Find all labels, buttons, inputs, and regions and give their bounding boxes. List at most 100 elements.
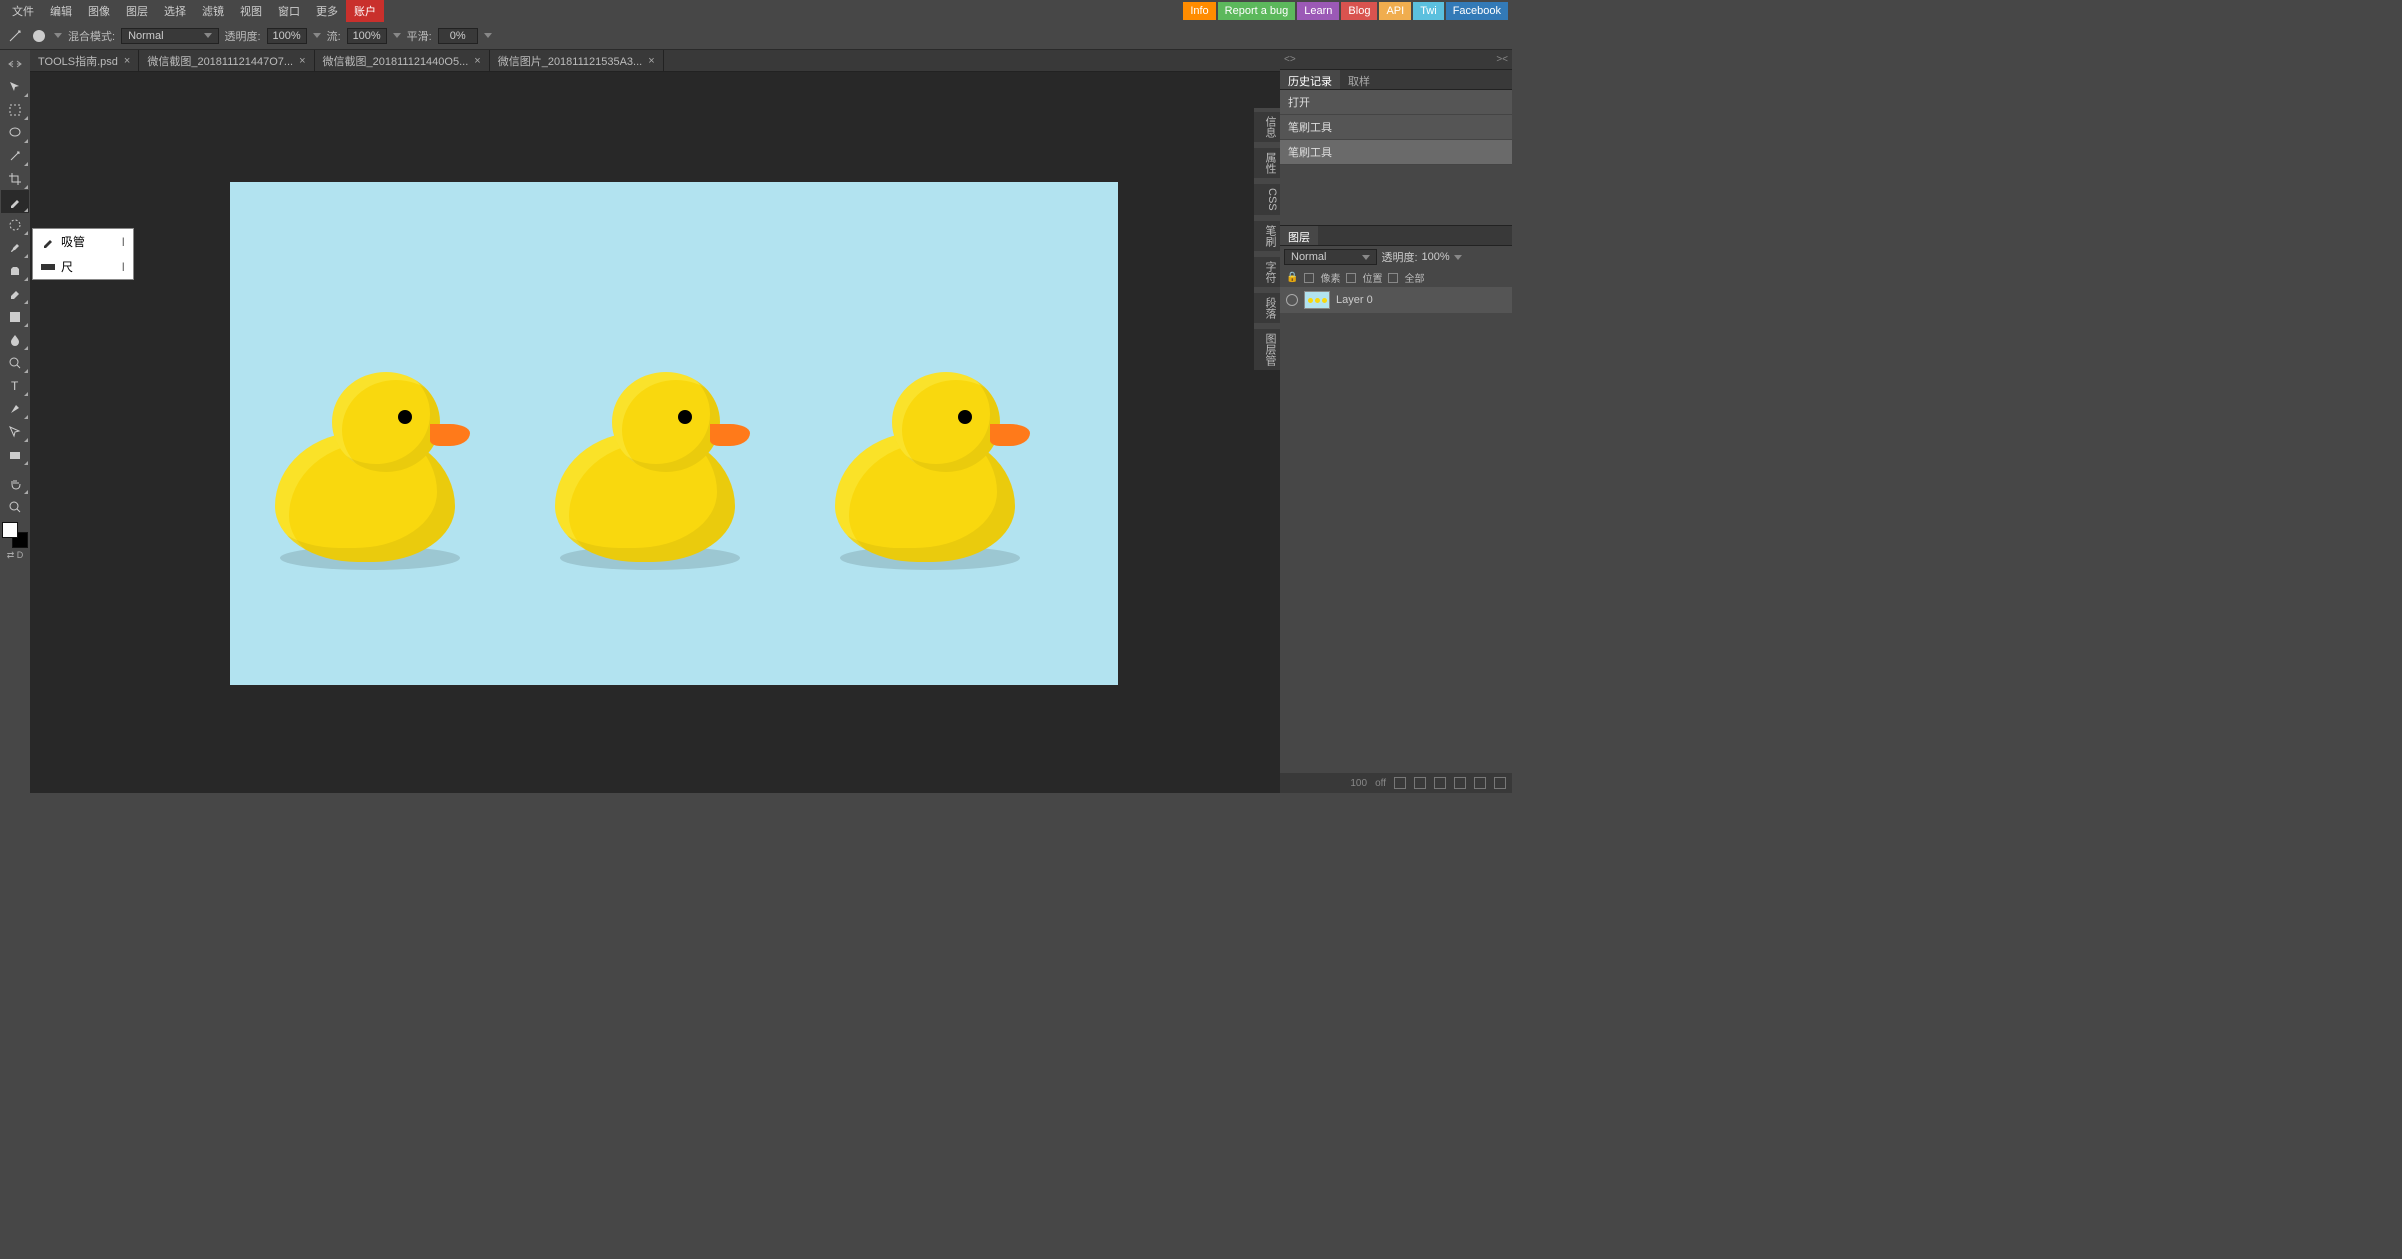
new-layer-icon[interactable] <box>1474 777 1486 789</box>
crop-tool[interactable] <box>1 167 29 190</box>
link-info[interactable]: Info <box>1183 2 1215 20</box>
blend-mode-select[interactable]: Normal <box>121 28 218 44</box>
layer-row[interactable]: Layer 0 <box>1280 287 1512 313</box>
lasso-tool[interactable] <box>1 121 29 144</box>
sidetab-props[interactable]: 属性 <box>1254 148 1280 178</box>
brush-tool[interactable] <box>1 236 29 259</box>
flow-dropdown-icon[interactable] <box>393 33 401 38</box>
brush-size-dropdown-icon[interactable] <box>54 33 62 38</box>
trash-icon[interactable] <box>1494 777 1506 789</box>
smooth-value[interactable]: 0% <box>438 28 478 44</box>
eyedropper-tool[interactable] <box>1 190 29 213</box>
clone-tool[interactable] <box>1 259 29 282</box>
link-facebook[interactable]: Facebook <box>1446 2 1508 20</box>
lock-icon: 🔒 <box>1286 272 1298 283</box>
visibility-icon[interactable] <box>1286 294 1298 306</box>
shape-tool[interactable] <box>1 443 29 466</box>
svg-text:T: T <box>11 379 19 393</box>
color-swatches[interactable] <box>2 522 28 548</box>
tab-1[interactable]: 微信截图_201811121447O7...× <box>139 50 314 72</box>
flyout-ruler[interactable]: 尺I <box>33 254 133 279</box>
close-icon[interactable]: × <box>474 55 480 67</box>
history-item[interactable]: 打开 <box>1280 90 1512 115</box>
swap-colors-icon[interactable]: ⇄ D <box>1 548 29 562</box>
mask-icon[interactable] <box>1394 777 1406 789</box>
right-links: Info Report a bug Learn Blog API Twi Fac… <box>1183 2 1508 20</box>
sidetab-brush[interactable]: 笔刷 <box>1254 221 1280 251</box>
flow-value[interactable]: 100% <box>347 28 387 44</box>
lock-pixels-checkbox[interactable] <box>1304 273 1314 283</box>
footer-off: off <box>1375 778 1386 789</box>
smooth-dropdown-icon[interactable] <box>484 33 492 38</box>
type-tool[interactable]: T <box>1 374 29 397</box>
wand-tool[interactable] <box>1 144 29 167</box>
pen-tool[interactable] <box>1 397 29 420</box>
blur-tool[interactable] <box>1 328 29 351</box>
sidetab-char[interactable]: 字符 <box>1254 257 1280 287</box>
dodge-tool[interactable] <box>1 351 29 374</box>
blend-label: 混合模式: <box>68 28 115 44</box>
sidetab-layercomp[interactable]: 图层管 <box>1254 329 1280 370</box>
brush-size-icon[interactable] <box>30 27 48 45</box>
menu-edit[interactable]: 编辑 <box>42 0 80 22</box>
canvas-area[interactable] <box>30 72 1280 793</box>
menu-image[interactable]: 图像 <box>80 0 118 22</box>
spot-heal-tool[interactable] <box>1 213 29 236</box>
zoom-tool[interactable] <box>1 495 29 518</box>
menubar: 文件 编辑 图像 图层 选择 滤镜 视图 窗口 更多 账户 Info Repor… <box>0 0 1512 22</box>
layer-opacity-value[interactable]: 100% <box>1422 251 1450 263</box>
canvas[interactable] <box>230 182 1118 685</box>
menu-filter[interactable]: 滤镜 <box>194 0 232 22</box>
tab-3[interactable]: 微信图片_201811121535A3...× <box>490 50 664 72</box>
lock-position-checkbox[interactable] <box>1346 273 1356 283</box>
link-api[interactable]: API <box>1379 2 1411 20</box>
menu-window[interactable]: 窗口 <box>270 0 308 22</box>
link-twitter[interactable]: Twi <box>1413 2 1444 20</box>
opacity-value[interactable]: 100% <box>267 28 307 44</box>
layer-thumbnail[interactable] <box>1304 291 1330 309</box>
gradient-tool[interactable] <box>1 305 29 328</box>
eraser-tool[interactable] <box>1 282 29 305</box>
close-icon[interactable]: × <box>648 55 654 67</box>
panel-footer: 100 off <box>1280 773 1512 793</box>
menu-view[interactable]: 视图 <box>232 0 270 22</box>
tab-history[interactable]: 历史记录 <box>1280 70 1340 89</box>
menu-more[interactable]: 更多 <box>308 0 346 22</box>
close-icon[interactable]: × <box>299 55 305 67</box>
menu-layer[interactable]: 图层 <box>118 0 156 22</box>
sidetab-css[interactable]: CSS <box>1254 184 1280 215</box>
move-tool[interactable] <box>1 75 29 98</box>
hand-tool[interactable] <box>1 472 29 495</box>
history-item[interactable]: 笔刷工具 <box>1280 140 1512 165</box>
history-list: 打开 笔刷工具 笔刷工具 <box>1280 90 1512 165</box>
flyout-eyedropper[interactable]: 吸管I <box>33 229 133 254</box>
menu-select[interactable]: 选择 <box>156 0 194 22</box>
link-report-bug[interactable]: Report a bug <box>1218 2 1296 20</box>
tab-0[interactable]: TOOLS指南.psd× <box>30 50 139 72</box>
menu-account[interactable]: 账户 <box>346 0 384 22</box>
foreground-color-icon[interactable] <box>2 522 18 538</box>
layer-name[interactable]: Layer 0 <box>1336 294 1373 306</box>
history-item[interactable]: 笔刷工具 <box>1280 115 1512 140</box>
collapse-icon[interactable] <box>1 52 29 75</box>
fx-icon[interactable] <box>1414 777 1426 789</box>
adjust-icon[interactable] <box>1434 777 1446 789</box>
sidetab-info[interactable]: 信息 <box>1254 112 1280 142</box>
folder-icon[interactable] <box>1454 777 1466 789</box>
tab-2[interactable]: 微信截图_201811121440O5...× <box>315 50 490 72</box>
menu-file[interactable]: 文件 <box>4 0 42 22</box>
layer-blend-select[interactable]: Normal <box>1284 249 1377 265</box>
tab-layers[interactable]: 图层 <box>1280 226 1318 245</box>
sidetab-para[interactable]: 段落 <box>1254 293 1280 323</box>
marquee-tool[interactable] <box>1 98 29 121</box>
layer-opacity-label: 透明度: <box>1381 249 1417 265</box>
link-learn[interactable]: Learn <box>1297 2 1339 20</box>
layer-opacity-dropdown-icon[interactable] <box>1454 255 1462 260</box>
lock-all-checkbox[interactable] <box>1388 273 1398 283</box>
opacity-dropdown-icon[interactable] <box>313 33 321 38</box>
link-blog[interactable]: Blog <box>1341 2 1377 20</box>
tab-swatches[interactable]: 取样 <box>1340 70 1378 89</box>
path-select-tool[interactable] <box>1 420 29 443</box>
panel-grip[interactable]: <>>< <box>1280 50 1512 70</box>
close-icon[interactable]: × <box>124 55 130 67</box>
